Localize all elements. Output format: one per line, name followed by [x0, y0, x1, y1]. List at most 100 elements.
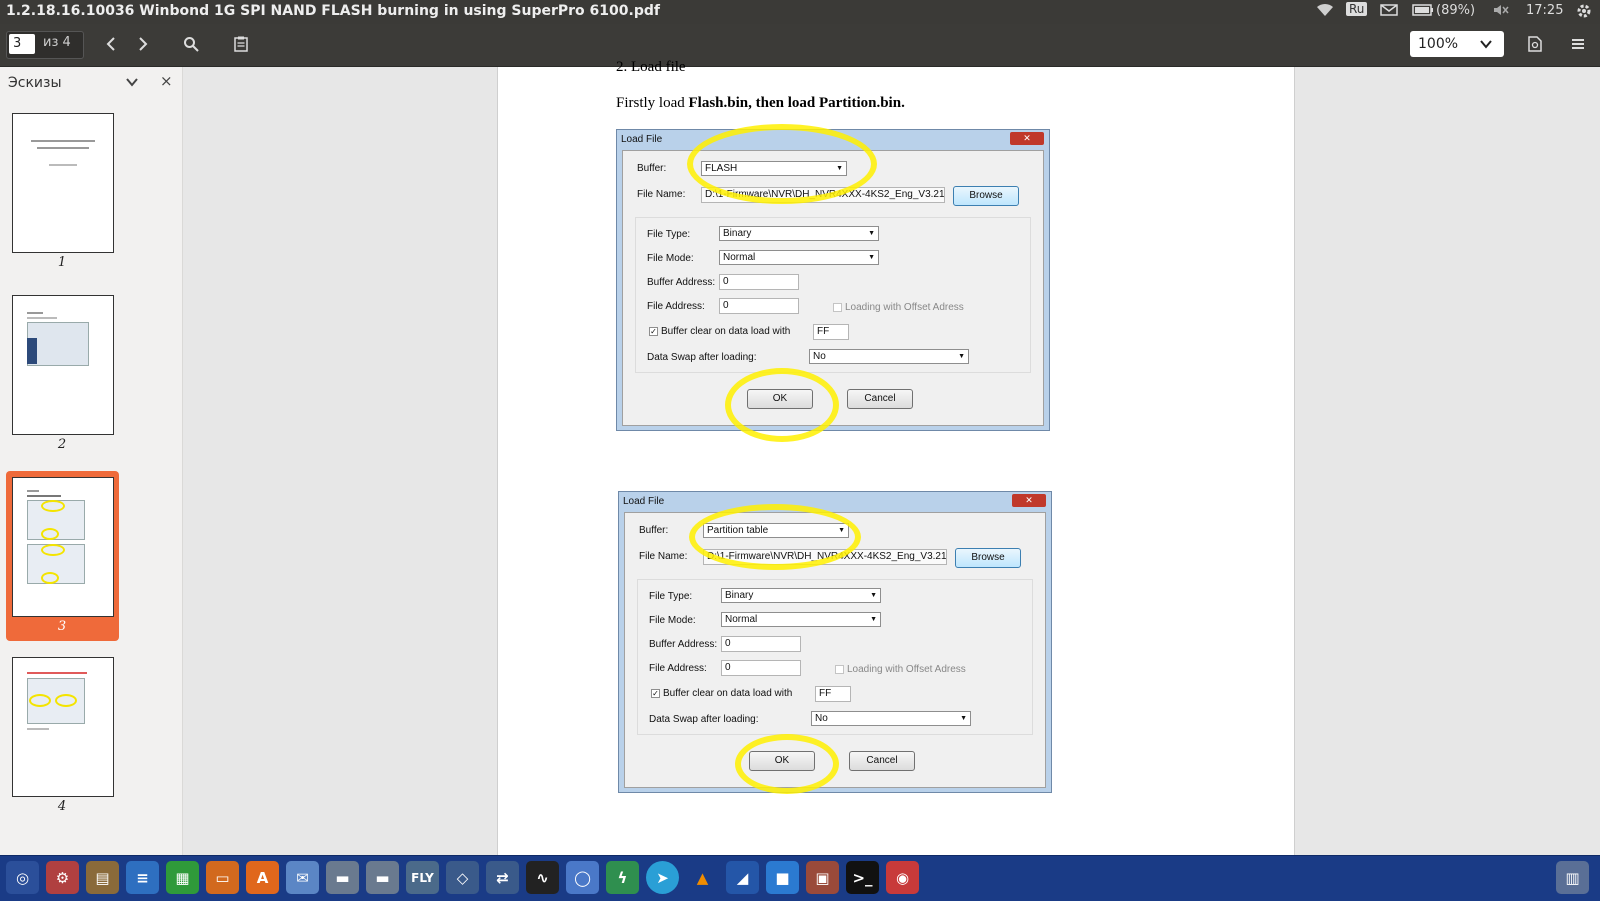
chromium-icon[interactable]: ◯	[566, 861, 599, 894]
buffer-clear-checkbox: ✓	[649, 327, 658, 336]
close-icon: ✕	[1012, 494, 1046, 507]
bolt-icon[interactable]: ϟ	[606, 861, 639, 894]
sidebar-close-button[interactable]: ×	[160, 72, 173, 90]
viewer-toolbar: 3 из 4 100%	[0, 24, 1600, 67]
window-title: 1.2.18.16.10036 Winbond 1G SPI NAND FLAS…	[6, 3, 660, 19]
filename-label: File Name:	[637, 189, 686, 200]
dialog-title: Load File	[621, 134, 663, 145]
dialog-title: Load File	[623, 496, 665, 507]
main-menu-button[interactable]	[1563, 30, 1593, 58]
load-file-dialog-partition: Load File ✕ Buffer: Partition table ▼ Fil…	[618, 491, 1052, 794]
current-page-input[interactable]: 3	[9, 34, 35, 54]
section-heading: 2. Load file	[616, 59, 686, 75]
filemode-label: File Mode:	[647, 253, 694, 264]
buffer-combo: Partition table ▼	[703, 523, 849, 538]
store-icon[interactable]: A	[246, 861, 279, 894]
clock[interactable]: 17:25	[1526, 3, 1563, 18]
filetype-combo: Binary ▼	[721, 588, 881, 603]
scanner-icon[interactable]: ▬	[326, 861, 359, 894]
thumbnail-page-3[interactable]	[12, 477, 114, 617]
ubuntu-icon[interactable]: ◎	[6, 861, 39, 894]
taskbar: ◎ ⚙ ▤ ≡ ▦ ▭ A ✉ ▬ ▬ FLY ◇ ⇄ ∿ ◯ ϟ ➤ ▲ ◢ …	[0, 855, 1600, 901]
buffer-address-field: 0	[721, 636, 801, 652]
document-properties-button[interactable]	[1520, 30, 1550, 58]
buffer-clear-label: Buffer clear on data load with	[663, 688, 793, 699]
file-address-label: File Address:	[647, 301, 705, 312]
thumbnail-number: 1	[57, 255, 67, 270]
buffer-address-label: Buffer Address:	[649, 639, 718, 650]
buffer-clear-checkbox: ✓	[651, 689, 660, 698]
annotations-button[interactable]	[226, 30, 256, 58]
browse-button: Browse	[955, 548, 1021, 568]
terminal-icon[interactable]: >_	[846, 861, 879, 894]
cancel-button: Cancel	[849, 751, 915, 771]
power-gear-icon[interactable]	[1576, 3, 1592, 23]
telegram-icon[interactable]: ➤	[646, 861, 679, 894]
settings-icon[interactable]: ⚙	[46, 861, 79, 894]
buffer-address-field: 0	[719, 274, 799, 290]
filemode-label: File Mode:	[649, 615, 696, 626]
buffer-clear-field: FF	[815, 686, 851, 702]
next-page-button[interactable]	[128, 30, 158, 58]
mail-icon[interactable]	[1380, 3, 1398, 21]
chevron-down-icon[interactable]	[126, 77, 138, 87]
pdf-reader-icon[interactable]: ◉	[886, 861, 919, 894]
mail-icon[interactable]: ✉	[286, 861, 319, 894]
files-icon[interactable]: ▤	[86, 861, 119, 894]
buffer-combo: FLASH ▼	[701, 161, 847, 176]
thumbnail-page-2[interactable]	[12, 295, 114, 435]
shark-icon[interactable]: ◢	[726, 861, 759, 894]
sidebar-title: Эскизы	[8, 75, 62, 91]
filemode-value: Normal	[723, 252, 756, 263]
dropdown-arrow-icon: ▼	[960, 715, 967, 722]
filename-field: D:\1-Firmware\NVR\DH_NVR4XXX-4KS2_Eng_V3…	[703, 549, 947, 565]
filemode-combo: Normal ▼	[721, 612, 881, 627]
vlc-icon[interactable]: ▲	[686, 861, 719, 894]
buffer-value: Partition table	[707, 525, 769, 536]
search-button[interactable]	[176, 30, 206, 58]
thumbnail-number: 3	[57, 619, 67, 634]
writer-icon[interactable]: ≡	[126, 861, 159, 894]
filename-field: D:\1-Firmware\NVR\DH_NVR4XXX-4KS2_Eng_V3…	[701, 187, 945, 203]
zoom-select[interactable]: 100%	[1410, 31, 1504, 57]
buffer-label: Buffer:	[639, 525, 669, 536]
offset-checkbox	[835, 665, 844, 674]
wifi-icon[interactable]	[1316, 3, 1334, 21]
page-selector[interactable]: 3 из 4	[6, 31, 84, 59]
ok-button: OK	[747, 389, 813, 409]
search-icon	[184, 37, 199, 52]
battery-icon[interactable]	[1412, 3, 1434, 21]
filetype-label: File Type:	[647, 229, 691, 240]
thumbnail-number: 4	[57, 799, 67, 814]
file-address-field: 0	[721, 660, 801, 676]
previous-page-button[interactable]	[96, 30, 126, 58]
filetype-combo: Binary ▼	[719, 226, 879, 241]
impress-icon[interactable]: ▭	[206, 861, 239, 894]
volume-muted-icon[interactable]	[1492, 3, 1510, 21]
file-address-label: File Address:	[649, 663, 707, 674]
cube-icon[interactable]: ◇	[446, 861, 479, 894]
intro-bold-text: Flash.bin, then load Partition.bin.	[688, 95, 905, 111]
trash-icon[interactable]: ▥	[1556, 861, 1589, 894]
ok-button: OK	[749, 751, 815, 771]
window-title-bar: 1.2.18.16.10036 Winbond 1G SPI NAND FLAS…	[0, 0, 1600, 24]
fly-icon[interactable]: FLY	[406, 861, 439, 894]
intro-plain-text: Firstly load	[616, 95, 689, 111]
document-page: 2. Load file Firstly load Flash.bin, the…	[497, 59, 1295, 855]
chevron-down-icon	[1480, 40, 1492, 49]
thumbnail-page-4[interactable]	[12, 657, 114, 797]
clipboard-icon	[234, 36, 248, 52]
load-file-dialog-flash: Load File ✕ Buffer: FLASH ▼ File Name: D:…	[616, 124, 1050, 442]
calc-icon[interactable]: ▦	[166, 861, 199, 894]
virtualbox-icon[interactable]: ■	[766, 861, 799, 894]
monitor-icon[interactable]: ∿	[526, 861, 559, 894]
archive-icon[interactable]: ▣	[806, 861, 839, 894]
keyboard-layout-indicator[interactable]: Ru	[1346, 2, 1368, 16]
drive-icon[interactable]: ▬	[366, 861, 399, 894]
chevron-right-icon	[139, 37, 148, 51]
filetype-value: Binary	[723, 228, 752, 239]
dropdown-arrow-icon: ▼	[836, 165, 843, 172]
dropdown-arrow-icon: ▼	[870, 616, 877, 623]
thumbnail-page-1[interactable]	[12, 113, 114, 253]
network-icon[interactable]: ⇄	[486, 861, 519, 894]
